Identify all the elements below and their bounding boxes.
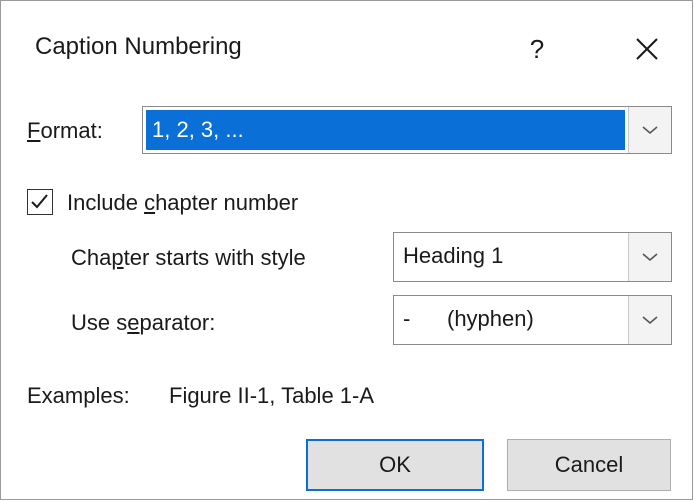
close-icon xyxy=(636,38,658,60)
ok-button[interactable]: OK xyxy=(306,439,484,491)
close-button[interactable] xyxy=(627,29,667,69)
cancel-button[interactable]: Cancel xyxy=(507,439,671,491)
chevron-down-icon xyxy=(642,126,658,135)
dialog-title: Caption Numbering xyxy=(35,33,242,60)
separator-dropdown[interactable]: - (hyphen) xyxy=(393,295,672,345)
format-dropdown[interactable]: 1, 2, 3, ... xyxy=(142,106,672,154)
format-label: Format: xyxy=(27,118,103,143)
chapter-style-label: Chapter starts with style xyxy=(71,245,306,270)
format-selected-value: 1, 2, 3, ... xyxy=(146,110,625,150)
include-chapter-checkbox[interactable] xyxy=(27,189,53,215)
help-icon: ? xyxy=(529,34,545,64)
chapter-style-dropdown-arrow[interactable] xyxy=(628,233,671,281)
separator-label: Use separator: xyxy=(71,310,216,335)
chevron-down-icon xyxy=(642,253,658,262)
separator-dropdown-arrow[interactable] xyxy=(628,296,671,344)
chapter-style-value: Heading 1 xyxy=(403,243,504,268)
separator-value: - (hyphen) xyxy=(403,306,534,331)
chapter-style-dropdown[interactable]: Heading 1 xyxy=(393,232,672,282)
help-button[interactable]: ? xyxy=(517,25,557,73)
caption-numbering-dialog: Caption Numbering ? Format: 1, 2, 3, ...… xyxy=(0,0,693,500)
include-chapter-label[interactable]: Include chapter number xyxy=(67,190,298,216)
checkmark-icon xyxy=(31,194,48,209)
examples-label: Examples: xyxy=(27,383,130,408)
chevron-down-icon xyxy=(642,316,658,325)
title-bar: Caption Numbering ? xyxy=(1,1,692,97)
format-dropdown-arrow[interactable] xyxy=(628,107,671,153)
examples-text: Figure II-1, Table 1-A xyxy=(169,383,375,408)
